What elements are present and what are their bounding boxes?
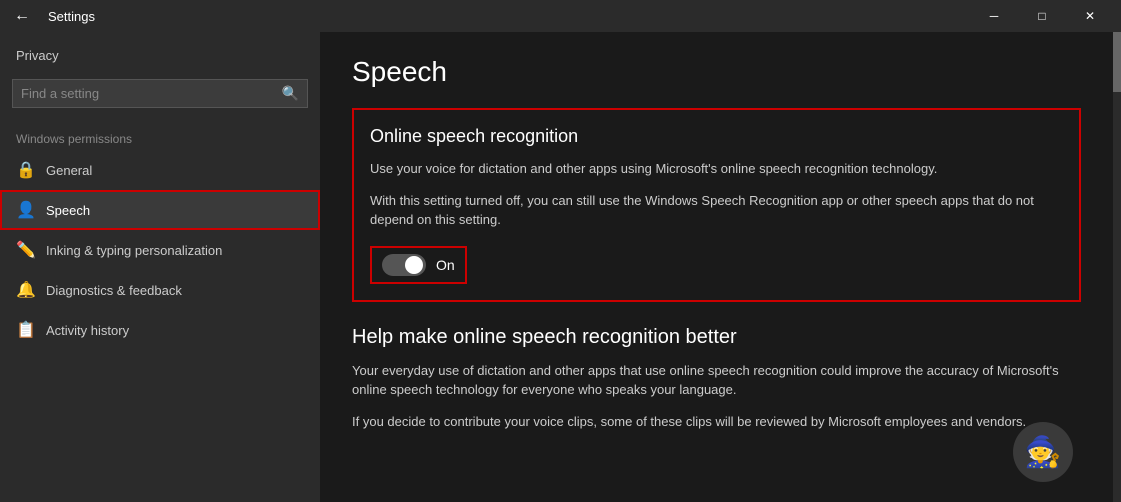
sidebar-item-diagnostics[interactable]: 🔔 Diagnostics & feedback <box>0 270 320 310</box>
maximize-button[interactable]: □ <box>1019 0 1065 32</box>
inking-icon: ✏️ <box>16 240 34 260</box>
sidebar-section-privacy: Privacy <box>0 32 320 71</box>
back-button[interactable]: ← <box>8 7 36 25</box>
toggle-label: On <box>436 257 455 273</box>
diagnostics-icon: 🔔 <box>16 280 34 300</box>
sidebar-item-inking[interactable]: ✏️ Inking & typing personalization <box>0 230 320 270</box>
section-desc-2: With this setting turned off, you can st… <box>370 191 1063 230</box>
activity-icon: 📋 <box>16 320 34 340</box>
sidebar-item-label-activity: Activity history <box>46 323 129 338</box>
help-section-title: Help make online speech recognition bett… <box>352 326 1081 349</box>
sidebar-item-speech[interactable]: 👤 Speech <box>0 190 320 230</box>
sidebar: Privacy 🔍 Windows permissions 🔒 General … <box>0 32 320 502</box>
sidebar-item-activity[interactable]: 📋 Activity history <box>0 310 320 350</box>
page-title: Speech <box>352 56 1081 88</box>
online-speech-section: Online speech recognition Use your voice… <box>352 108 1081 302</box>
scrollbar-track[interactable] <box>1113 32 1121 502</box>
sidebar-item-general[interactable]: 🔒 General <box>0 150 320 190</box>
titlebar: ← Settings ─ □ ✕ <box>0 0 1121 32</box>
toggle-row[interactable]: On <box>370 246 467 284</box>
sidebar-item-label-speech: Speech <box>46 203 90 218</box>
sidebar-item-label-inking: Inking & typing personalization <box>46 243 222 258</box>
help-desc-2: If you decide to contribute your voice c… <box>352 412 1081 432</box>
speech-toggle[interactable] <box>382 254 426 276</box>
speech-icon: 👤 <box>16 200 34 220</box>
section-desc-1: Use your voice for dictation and other a… <box>370 159 1063 179</box>
sidebar-item-label-diagnostics: Diagnostics & feedback <box>46 283 182 298</box>
help-desc-1: Your everyday use of dictation and other… <box>352 361 1081 400</box>
close-button[interactable]: ✕ <box>1067 0 1113 32</box>
sidebar-item-label-general: General <box>46 163 92 178</box>
main-layout: Privacy 🔍 Windows permissions 🔒 General … <box>0 32 1121 502</box>
general-icon: 🔒 <box>16 160 34 180</box>
search-icon: 🔍 <box>274 85 307 102</box>
mascot-image: 🧙 <box>1013 422 1073 482</box>
content-wrapper: Speech Online speech recognition Use you… <box>320 32 1121 502</box>
mascot: 🧙 <box>1013 422 1073 482</box>
minimize-button[interactable]: ─ <box>971 0 1017 32</box>
search-input[interactable] <box>13 80 274 107</box>
search-box[interactable]: 🔍 <box>12 79 308 108</box>
app-title: Settings <box>48 9 95 24</box>
windows-permissions-label: Windows permissions <box>0 124 320 150</box>
content-area: Speech Online speech recognition Use you… <box>320 32 1113 502</box>
window-controls: ─ □ ✕ <box>971 0 1113 32</box>
scrollbar-thumb[interactable] <box>1113 32 1121 92</box>
section-title-speech: Online speech recognition <box>370 126 1063 147</box>
toggle-knob <box>405 256 423 274</box>
